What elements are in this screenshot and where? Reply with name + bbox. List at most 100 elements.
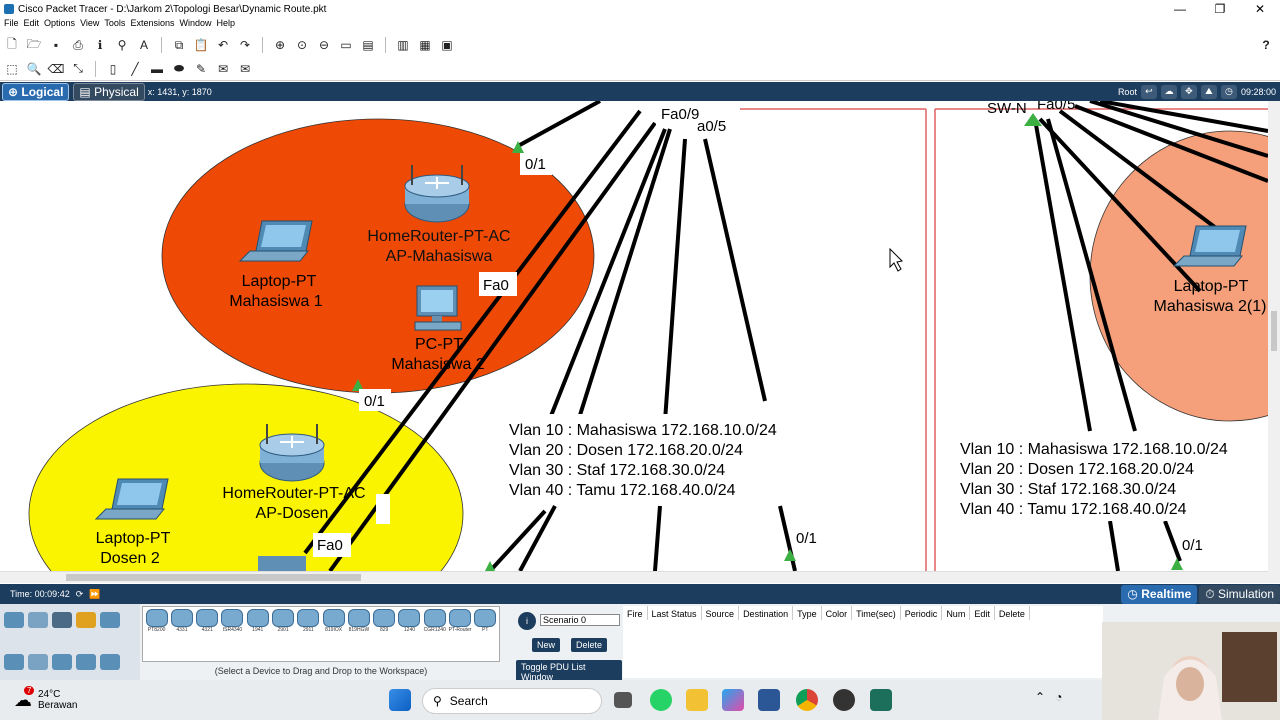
hubs-icon[interactable] <box>52 654 72 670</box>
windows-start-icon[interactable] <box>389 689 411 711</box>
zoom-out-icon[interactable]: ⊖ <box>316 37 332 53</box>
menu-help[interactable]: Help <box>216 18 240 32</box>
menu-edit[interactable]: Edit <box>24 18 45 32</box>
misc-icon[interactable] <box>100 612 120 628</box>
close-button[interactable]: ✕ <box>1240 2 1280 16</box>
whatsapp-icon[interactable] <box>650 689 672 711</box>
device-item[interactable]: 1240 <box>398 609 421 637</box>
physical-tab[interactable]: ▤ Physical <box>73 82 145 101</box>
scroll-thumb[interactable] <box>1271 311 1277 351</box>
network-wizard-icon[interactable]: ⚲ <box>114 37 130 53</box>
fast-forward-icon[interactable]: ⏩ <box>89 589 100 600</box>
switches-icon[interactable] <box>28 654 48 670</box>
custom-device-icon[interactable]: ▤ <box>360 37 376 53</box>
device-item[interactable]: PT <box>474 609 497 637</box>
network-icon[interactable]: ◔ <box>1055 690 1062 704</box>
taskbar-search[interactable]: ⚲ Search <box>422 688 602 714</box>
help-icon[interactable]: ? <box>1258 37 1274 53</box>
chrome-icon[interactable] <box>796 689 818 711</box>
zoom-reset-icon[interactable]: ⊙ <box>294 37 310 53</box>
device-item[interactable]: PT8200 <box>145 609 168 637</box>
ellipse-icon[interactable]: ⬬ <box>171 61 187 77</box>
drawing-palette-icon[interactable]: ▭ <box>338 37 354 53</box>
line-icon[interactable]: ╱ <box>127 61 143 77</box>
packet-tracer-icon[interactable] <box>870 689 892 711</box>
clock-icon[interactable]: ◷ <box>1220 84 1237 99</box>
vertical-scrollbar[interactable] <box>1268 101 1280 583</box>
device-item[interactable]: ISR4340 <box>221 609 244 637</box>
delete-icon[interactable]: ⌫ <box>48 61 65 77</box>
network-devices-icon[interactable] <box>4 612 24 628</box>
recorder-icon[interactable] <box>833 689 855 711</box>
maximize-button[interactable]: ❐ <box>1200 2 1240 16</box>
save-icon[interactable]: ▪ <box>48 37 64 53</box>
cloud-icon[interactable]: ☁ <box>1160 84 1177 99</box>
text-panel-icon[interactable]: ▥ <box>395 37 411 53</box>
device-item[interactable]: 2911 <box>297 609 320 637</box>
routers-icon[interactable] <box>4 654 24 670</box>
simulation-mode-button[interactable]: ⏱ Simulation <box>1199 584 1280 604</box>
pdu-column-header[interactable]: Periodic <box>901 606 943 620</box>
pdu-column-header[interactable]: Last Status <box>648 606 702 620</box>
topology-canvas[interactable]: Fa0/9 a0/5 0/1 Fa0 0/1 Fa0 0/1 SW-N Fa0/… <box>0 101 1280 571</box>
menu-options[interactable]: Options <box>44 18 80 32</box>
file-explorer-icon[interactable] <box>686 689 708 711</box>
pdu-column-header[interactable]: Fire <box>623 606 648 620</box>
pdu-column-header[interactable]: Destination <box>739 606 794 620</box>
viewport-icon[interactable]: ▦ <box>417 37 433 53</box>
device-item[interactable]: 4321 <box>196 609 219 637</box>
open-folder-icon[interactable]: 🗁 <box>26 37 42 53</box>
select-icon[interactable]: ⬚ <box>4 61 20 77</box>
image-icon[interactable]: ▣ <box>439 37 455 53</box>
realtime-mode-button[interactable]: ◷ Realtime <box>1121 584 1198 604</box>
device-item[interactable]: PT-Router <box>448 609 471 637</box>
horizontal-scrollbar[interactable] <box>0 571 1268 583</box>
pdu-column-header[interactable]: Time(sec) <box>852 606 901 620</box>
complex-pdu-icon[interactable]: ✉ <box>237 61 253 77</box>
menu-view[interactable]: View <box>80 18 104 32</box>
mountain-icon[interactable]: ⛰ <box>1200 84 1217 99</box>
device-item[interactable]: 4331 <box>170 609 193 637</box>
pdu-column-header[interactable]: Type <box>793 606 822 620</box>
undo-icon[interactable]: ↶ <box>215 37 231 53</box>
info-icon[interactable]: ℹ <box>92 37 108 53</box>
power-cycle-icon[interactable]: ⟳ <box>76 589 84 600</box>
paste-icon[interactable]: 📋 <box>193 37 209 53</box>
wireless-icon[interactable] <box>76 654 96 670</box>
print-icon[interactable]: ⎙ <box>70 37 86 53</box>
scenario-select[interactable]: Scenario 0 <box>540 614 620 626</box>
device-item[interactable]: 1941 <box>246 609 269 637</box>
activity-wizard-icon[interactable]: A <box>136 37 152 53</box>
menu-file[interactable]: File <box>4 18 24 32</box>
device-item[interactable]: 829 <box>373 609 396 637</box>
pc-icon[interactable] <box>414 285 462 331</box>
menu-tools[interactable]: Tools <box>104 18 130 32</box>
simple-pdu-icon[interactable]: ✉ <box>215 61 231 77</box>
pdu-column-header[interactable]: Delete <box>995 606 1030 620</box>
new-scenario-button[interactable]: New <box>532 638 561 652</box>
rectangle-icon[interactable]: ▬ <box>149 61 165 77</box>
pdu-column-header[interactable]: Num <box>942 606 971 620</box>
new-file-icon[interactable]: 🗋 <box>4 37 20 53</box>
pdu-column-header[interactable]: Source <box>702 606 740 620</box>
weather-widget[interactable]: ☁ 7 24°C Berawan <box>0 685 77 711</box>
resize-icon[interactable]: ⤡ <box>70 61 86 77</box>
copy-icon[interactable]: ⧉ <box>171 37 187 53</box>
security-icon[interactable] <box>100 654 120 670</box>
move-icon[interactable]: ✥ <box>1180 84 1197 99</box>
delete-scenario-button[interactable]: Delete <box>571 638 608 652</box>
redo-icon[interactable]: ↷ <box>237 37 253 53</box>
minimize-button[interactable]: — <box>1160 2 1200 16</box>
tray-overflow-icon[interactable]: ⌃ <box>1035 690 1045 704</box>
pdu-column-header[interactable]: Color <box>822 606 853 620</box>
logical-tab[interactable]: ⊕ Logical <box>2 82 70 101</box>
menu-window[interactable]: Window <box>179 18 216 32</box>
inspect-icon[interactable]: 🔍 <box>26 61 42 77</box>
menu-extensions[interactable]: Extensions <box>130 18 179 32</box>
note-icon[interactable]: ▯ <box>105 61 121 77</box>
components-icon[interactable] <box>52 612 72 628</box>
back-icon[interactable]: ↩ <box>1140 84 1157 99</box>
pdu-column-header[interactable]: Edit <box>970 606 995 620</box>
task-view-icon[interactable] <box>614 692 632 708</box>
end-devices-icon[interactable] <box>28 612 48 628</box>
